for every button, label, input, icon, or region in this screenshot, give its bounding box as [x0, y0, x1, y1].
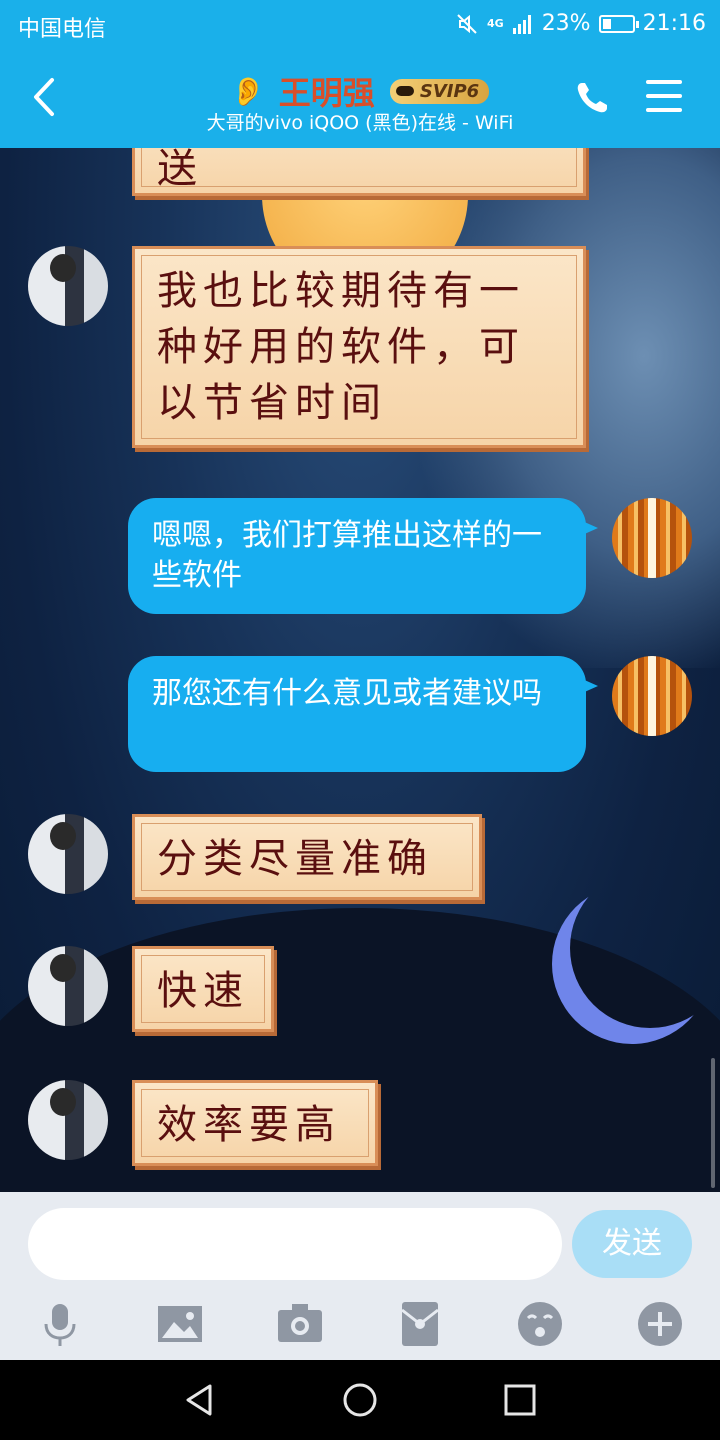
ear-icon: 👂 [230, 74, 266, 108]
message-text: 那您还有什么意见或者建议吗 [152, 676, 542, 711]
message-bubble[interactable]: 嗯嗯，我们打算推出这样的一些软件 [128, 498, 598, 614]
message-text: 我也比较期待有一种好用的软件，可以节省时间 [157, 268, 525, 426]
message-input[interactable] [28, 1208, 562, 1280]
contact-name: 王明强 [278, 74, 375, 112]
message-text: 效率要高 [157, 1102, 341, 1148]
message-bubble[interactable]: 送 [132, 148, 586, 196]
contact-avatar[interactable] [28, 814, 108, 894]
chat-area[interactable]: 送 我也比较期待有一种好用的软件，可以节省时间 嗯嗯，我们打算推出这样的一些软件… [0, 148, 720, 1192]
contact-avatar[interactable] [28, 946, 108, 1026]
scrollbar[interactable] [711, 1058, 715, 1188]
nav-home-icon[interactable] [340, 1380, 380, 1420]
message-text: 分类尽量准确 [157, 836, 433, 882]
battery-icon [598, 14, 639, 33]
message-bubble[interactable]: 快速 [132, 946, 274, 1032]
signal-icon [512, 14, 531, 34]
carrier-label: 中国电信 [18, 17, 107, 42]
background-crescent-moon [570, 868, 720, 1028]
nav-back-icon[interactable] [180, 1380, 220, 1420]
my-avatar[interactable] [612, 498, 692, 578]
message-text: 送 [157, 148, 203, 192]
status-bar: 中国电信 4G 23% 21:16 [0, 0, 720, 50]
send-button[interactable]: 发送 [572, 1210, 692, 1278]
plus-icon[interactable] [636, 1300, 684, 1348]
image-icon[interactable] [156, 1300, 204, 1348]
nav-recents-icon[interactable] [500, 1380, 540, 1420]
microphone-icon[interactable] [36, 1300, 84, 1348]
message-text: 快速 [157, 968, 249, 1014]
chat-header: 中国电信 4G 23% 21:16 👂 王明强 SVIP6 大哥的vivo iQ… [0, 0, 720, 148]
contact-avatar[interactable] [28, 246, 108, 326]
message-bubble[interactable]: 那您还有什么意见或者建议吗 [128, 656, 598, 772]
message-bubble[interactable]: 效率要高 [132, 1080, 378, 1166]
contact-avatar[interactable] [28, 1080, 108, 1160]
network-type: 4G [487, 17, 504, 30]
menu-icon[interactable] [646, 80, 682, 114]
message-text: 嗯嗯，我们打算推出这样的一些软件 [152, 518, 542, 593]
online-status: 大哥的vivo iQOO (黑色)在线 - WiFi [206, 112, 514, 134]
composer: 发送 [0, 1192, 720, 1360]
status-indicators: 4G 23% 21:16 [455, 11, 706, 36]
emoji-icon[interactable] [516, 1300, 564, 1348]
my-avatar[interactable] [612, 656, 692, 736]
mute-icon [457, 13, 477, 34]
camera-icon[interactable] [276, 1300, 324, 1348]
phone-icon[interactable] [574, 80, 610, 116]
battery-percent: 23% [541, 11, 591, 36]
message-bubble[interactable]: 分类尽量准确 [132, 814, 482, 900]
svip-badge: SVIP6 [389, 78, 490, 104]
red-packet-icon[interactable] [396, 1300, 444, 1348]
clock: 21:16 [642, 11, 706, 36]
message-bubble[interactable]: 我也比较期待有一种好用的软件，可以节省时间 [132, 246, 586, 448]
system-nav-bar [0, 1360, 720, 1440]
